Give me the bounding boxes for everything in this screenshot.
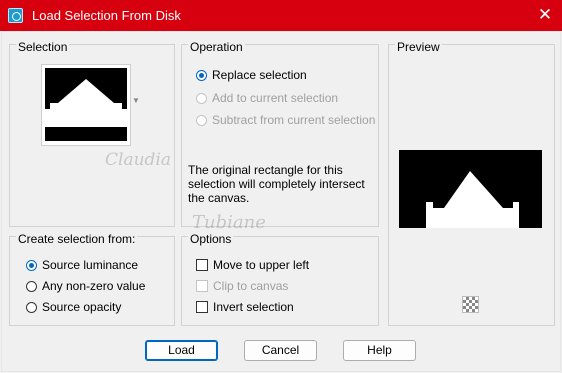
radio-dot[interactable] <box>26 301 37 313</box>
selection-shape-image <box>42 65 130 145</box>
radio-label: Any non-zero value <box>42 279 146 293</box>
radio-label: Source luminance <box>42 258 139 272</box>
checkbox-clip-to-canvas[interactable]: Clip to canvas <box>196 279 288 293</box>
operation-note: The original rectangle for this selectio… <box>188 163 365 205</box>
window-title: Load Selection From Disk <box>32 8 181 23</box>
checkbox-box[interactable] <box>196 280 208 292</box>
checkbox-box[interactable] <box>196 301 208 313</box>
thumbnail-dropdown-icon[interactable]: ▼ <box>132 96 140 105</box>
radio-label: Source opacity <box>42 300 122 314</box>
radio-any-non-zero[interactable]: Any non-zero value <box>26 279 145 293</box>
cancel-button[interactable]: Cancel <box>244 340 317 361</box>
watermark-text-2: Tubiane <box>192 212 266 233</box>
close-icon[interactable]: ✕ <box>530 4 560 26</box>
preview-shape <box>399 150 542 228</box>
radio-dot[interactable] <box>26 259 37 271</box>
selection-group-title: Selection <box>16 40 70 54</box>
checkbox-label: Move to upper left <box>213 258 310 272</box>
radio-add-to-selection[interactable]: Add to current selection <box>196 91 338 105</box>
create-from-group-title: Create selection from: <box>16 232 138 246</box>
title-bar: Load Selection From Disk ✕ <box>0 0 562 31</box>
checkbox-invert-selection[interactable]: Invert selection <box>196 300 294 314</box>
radio-label: Subtract from current selection <box>212 113 376 127</box>
checkbox-label: Invert selection <box>213 300 294 314</box>
app-icon <box>8 8 23 23</box>
selection-thumbnail[interactable] <box>41 64 131 146</box>
radio-dot[interactable] <box>196 92 207 104</box>
watermark-text: Claudia <box>105 150 171 170</box>
help-button[interactable]: Help <box>343 340 416 361</box>
radio-label: Add to current selection <box>212 91 339 105</box>
radio-dot[interactable] <box>26 280 37 292</box>
preview-image <box>399 150 542 228</box>
checkbox-move-upper-left[interactable]: Move to upper left <box>196 258 309 272</box>
checkbox-box[interactable] <box>196 259 208 271</box>
operation-group-title: Operation <box>188 40 245 54</box>
radio-label: Replace selection <box>212 68 307 82</box>
radio-dot[interactable] <box>196 69 207 81</box>
preview-group-title: Preview <box>395 40 442 54</box>
options-group-title: Options <box>188 232 234 246</box>
radio-subtract-from-selection[interactable]: Subtract from current selection <box>196 113 375 127</box>
radio-source-opacity[interactable]: Source opacity <box>26 300 121 314</box>
radio-replace-selection[interactable]: Replace selection <box>196 68 307 82</box>
transparency-toggle-icon[interactable] <box>462 296 479 313</box>
radio-source-luminance[interactable]: Source luminance <box>26 258 138 272</box>
load-button[interactable]: Load <box>145 340 218 361</box>
radio-dot[interactable] <box>196 114 207 126</box>
checkbox-label: Clip to canvas <box>213 279 289 293</box>
